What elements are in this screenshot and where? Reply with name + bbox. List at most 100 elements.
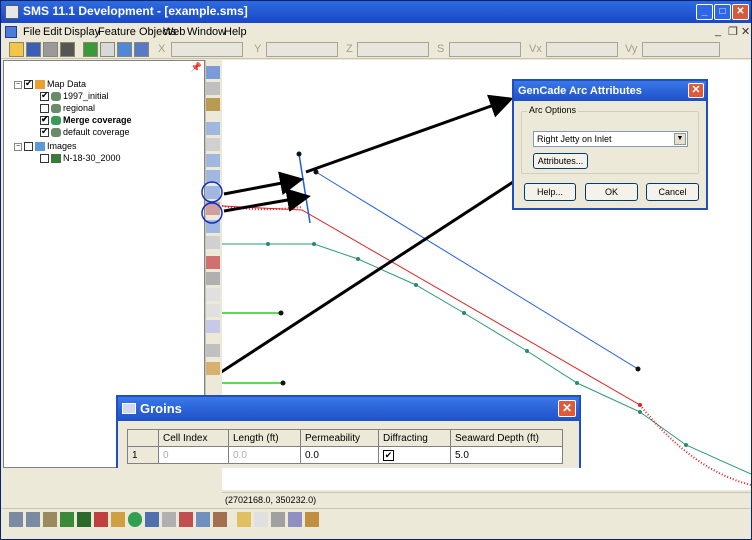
module-toolbar bbox=[1, 508, 751, 530]
create-feature-icon[interactable] bbox=[206, 256, 220, 269]
tree-checkbox[interactable] bbox=[40, 90, 49, 102]
cancel-button[interactable]: Cancel bbox=[646, 183, 699, 201]
frame-select-icon[interactable] bbox=[206, 304, 220, 317]
document-icon[interactable] bbox=[5, 26, 17, 38]
rotate-icon[interactable] bbox=[117, 42, 132, 57]
tree-coverage-default[interactable]: default coverage bbox=[40, 126, 130, 138]
main-window: SMS 11.1 Development - [example.sms] _ □… bbox=[0, 0, 752, 540]
seaward-depth-cell[interactable]: 5.0 bbox=[450, 446, 563, 464]
arc-type-dropdown[interactable]: Right Jetty on Inlet ▼ bbox=[533, 131, 688, 147]
select-feature-icon[interactable] bbox=[206, 272, 220, 285]
tree-label: default coverage bbox=[63, 127, 130, 137]
collapse-icon[interactable]: − bbox=[14, 80, 22, 89]
select-polygon-icon[interactable] bbox=[206, 236, 220, 249]
tree-checkbox[interactable] bbox=[40, 104, 49, 114]
tree-label: Images bbox=[47, 141, 77, 151]
mesh-module-icon[interactable] bbox=[9, 512, 23, 527]
tree-map-data[interactable]: − Map Data bbox=[14, 78, 86, 90]
maximize-button[interactable]: □ bbox=[714, 4, 731, 20]
project-icon[interactable] bbox=[288, 512, 302, 527]
grid-icon[interactable] bbox=[206, 344, 220, 357]
frame-icon[interactable] bbox=[100, 42, 115, 57]
tree-checkbox[interactable] bbox=[40, 126, 49, 138]
particle-module-icon[interactable] bbox=[94, 512, 108, 527]
diffracting-checkbox[interactable]: ✔ bbox=[383, 449, 394, 461]
tree-checkbox[interactable] bbox=[40, 154, 49, 164]
ok-button[interactable]: OK bbox=[585, 183, 638, 201]
plot-module-icon[interactable] bbox=[213, 512, 227, 527]
collapse-icon[interactable]: − bbox=[14, 142, 22, 151]
gis-module-icon[interactable] bbox=[128, 512, 142, 527]
column-header: Diffracting bbox=[378, 429, 451, 447]
menu-file[interactable]: File bbox=[23, 26, 41, 38]
scatter-module-icon[interactable] bbox=[43, 512, 57, 527]
s-field bbox=[449, 42, 521, 57]
grid-module-icon[interactable] bbox=[26, 512, 40, 527]
cursor-coordinates: (2702168.0, 350232.0) bbox=[225, 495, 317, 505]
tidal-module-icon[interactable] bbox=[196, 512, 210, 527]
tree-checkbox[interactable] bbox=[40, 114, 49, 126]
permeability-cell[interactable]: 0.0 bbox=[300, 446, 379, 464]
menu-window[interactable]: Window bbox=[187, 26, 226, 38]
menu-help[interactable]: Help bbox=[224, 26, 247, 38]
ubz-module-icon[interactable] bbox=[162, 512, 176, 527]
tree-coverage-1997-initial[interactable]: 1997_initial bbox=[40, 90, 109, 102]
chevron-down-icon[interactable]: ▼ bbox=[674, 133, 686, 145]
light-icon[interactable] bbox=[237, 512, 251, 527]
dialog-close-button[interactable]: ✕ bbox=[688, 83, 704, 98]
y-label: Y bbox=[254, 43, 262, 55]
chart-icon[interactable] bbox=[305, 512, 319, 527]
dialog-close-button[interactable]: ✕ bbox=[558, 400, 576, 417]
window-icon bbox=[122, 403, 136, 414]
tree-checkbox[interactable] bbox=[24, 78, 33, 90]
mdi-close-button[interactable]: ✕ bbox=[741, 25, 750, 38]
linear-module-icon[interactable] bbox=[145, 512, 159, 527]
measure-icon[interactable] bbox=[206, 320, 220, 333]
display-icon[interactable] bbox=[271, 512, 285, 527]
mdi-restore-button[interactable]: ❐ bbox=[728, 25, 738, 38]
diffracting-cell[interactable]: ✔ bbox=[378, 446, 451, 464]
minimize-button[interactable]: _ bbox=[696, 4, 713, 20]
tree-coverage-regional[interactable]: regional bbox=[40, 103, 95, 114]
highlight-circles bbox=[201, 181, 223, 224]
select-node-icon[interactable] bbox=[206, 154, 220, 167]
close-button[interactable]: ✕ bbox=[732, 4, 749, 20]
column-header bbox=[127, 429, 159, 447]
box-select-icon[interactable] bbox=[206, 288, 220, 301]
select-icon[interactable] bbox=[206, 66, 220, 79]
title-bar: SMS 11.1 Development - [example.sms] _ □… bbox=[1, 1, 751, 23]
attribute-icon[interactable] bbox=[206, 362, 220, 375]
create-node-icon[interactable] bbox=[206, 138, 220, 151]
status-bar: (2702168.0, 350232.0) bbox=[222, 492, 751, 508]
print-icon[interactable] bbox=[43, 42, 58, 57]
attributes-button[interactable]: Attributes... bbox=[533, 153, 588, 169]
menu-edit[interactable]: Edit bbox=[43, 26, 62, 38]
map-module-icon[interactable] bbox=[111, 512, 125, 527]
delete-icon[interactable] bbox=[60, 42, 75, 57]
axis-icon[interactable] bbox=[134, 42, 149, 57]
pan-icon[interactable] bbox=[206, 98, 220, 111]
menu-display[interactable]: Display bbox=[64, 26, 100, 38]
visibility-icon[interactable] bbox=[254, 512, 268, 527]
help-button[interactable]: Help... bbox=[524, 183, 576, 201]
callout-arrow bbox=[223, 171, 304, 196]
save-icon[interactable] bbox=[26, 42, 41, 57]
tree-label: regional bbox=[63, 103, 96, 113]
tree-checkbox[interactable] bbox=[24, 142, 33, 152]
pin-icon[interactable]: 📌 bbox=[191, 62, 202, 73]
images-folder-icon bbox=[35, 142, 45, 152]
node bbox=[296, 151, 302, 157]
length-cell: 0.0 bbox=[228, 446, 301, 464]
tree-image-n18[interactable]: N-18-30_2000 bbox=[40, 153, 121, 164]
refresh-icon[interactable] bbox=[83, 42, 98, 57]
cartesian-module-icon[interactable] bbox=[60, 512, 74, 527]
open-icon[interactable] bbox=[9, 42, 24, 57]
menu-web[interactable]: Web bbox=[163, 26, 185, 38]
zoom-icon[interactable] bbox=[206, 82, 220, 95]
mdi-minimize-button[interactable]: _ bbox=[715, 25, 721, 37]
tree-coverage-merge[interactable]: Merge coverage bbox=[40, 114, 132, 126]
tree-images[interactable]: − Images bbox=[14, 141, 77, 152]
raster-module-icon[interactable] bbox=[179, 512, 193, 527]
quadtree-module-icon[interactable] bbox=[77, 512, 91, 527]
select-point-icon[interactable] bbox=[206, 122, 220, 135]
